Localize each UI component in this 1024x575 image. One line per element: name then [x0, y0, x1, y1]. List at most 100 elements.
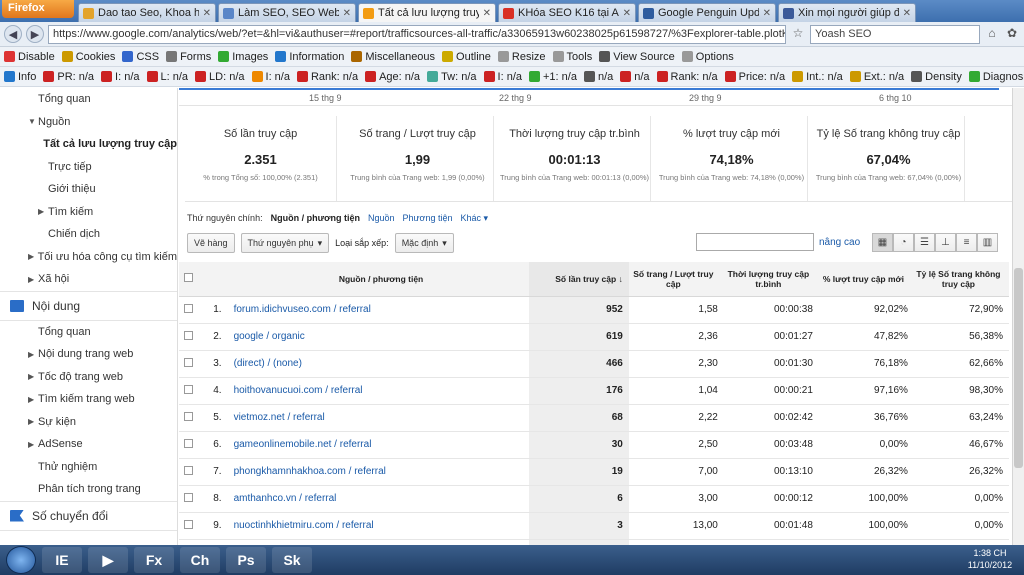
- home-icon[interactable]: ⌂: [984, 26, 1000, 42]
- vertical-scrollbar[interactable]: [1012, 88, 1024, 545]
- webdev-item[interactable]: Miscellaneous: [351, 51, 435, 63]
- sidebar-item[interactable]: ▶ Tốc độ trang web: [0, 366, 177, 389]
- webdev-item[interactable]: Options: [681, 51, 734, 63]
- header-bounce-rate[interactable]: Tỷ lệ Số trang không truy cập: [913, 262, 1009, 297]
- browser-tab[interactable]: Dao tao Seo, Khoa hoc S... ✕: [78, 3, 216, 22]
- messenger-icon[interactable]: Sk: [272, 547, 312, 573]
- sidebar-section-content[interactable]: Nội dung: [0, 290, 177, 321]
- seo-item[interactable]: Ext.: n/a: [849, 71, 904, 83]
- webdev-item[interactable]: Resize: [497, 51, 546, 63]
- source-medium-link[interactable]: forum.idichvuseo.com / referral: [227, 296, 529, 324]
- close-icon[interactable]: ✕: [203, 8, 211, 19]
- webdev-item[interactable]: Disable: [4, 51, 55, 63]
- row-checkbox[interactable]: [184, 411, 193, 421]
- search-input[interactable]: Yoash SEO: [810, 24, 980, 44]
- start-button[interactable]: [6, 546, 36, 574]
- select-all-checkbox[interactable]: [184, 273, 193, 283]
- media-player-icon[interactable]: ▶: [88, 547, 128, 573]
- comparison-view-icon[interactable]: ⊥: [935, 233, 956, 252]
- seo-item[interactable]: Int.: n/a: [792, 71, 843, 83]
- source-medium-link[interactable]: (direct) / (none): [227, 350, 529, 378]
- seo-item[interactable]: LD: n/a: [195, 71, 245, 83]
- ie-icon[interactable]: IE: [42, 547, 82, 573]
- row-checkbox[interactable]: [184, 465, 193, 475]
- table-view-icon[interactable]: ▦: [872, 233, 893, 252]
- dimension-source-link[interactable]: Nguồn: [368, 213, 395, 223]
- sidebar-item[interactable]: Phân tích trong trang: [0, 478, 177, 501]
- source-medium-link[interactable]: nuoctinhkhietmiru.com / referral: [227, 512, 529, 540]
- scorecard[interactable]: Thời lượng truy cập tr.bình 00:01:13 Trung…: [499, 116, 651, 201]
- firefox-menu-button[interactable]: Firefox: [2, 0, 74, 18]
- secondary-dimension-button[interactable]: Thứ nguyên phụ ▾: [240, 233, 330, 253]
- close-icon[interactable]: ✕: [763, 8, 771, 19]
- sidebar-item[interactable]: Tổng quan: [0, 321, 177, 344]
- seo-item[interactable]: n/a: [583, 71, 613, 83]
- source-medium-link[interactable]: gameonlinemobile.net / referral: [227, 431, 529, 459]
- seo-item[interactable]: PR: n/a: [43, 71, 94, 83]
- seo-item[interactable]: Rank: n/a: [656, 71, 718, 83]
- sidebar-item[interactable]: Tất cả lưu lượng truy cập: [0, 133, 177, 156]
- row-checkbox[interactable]: [184, 384, 193, 394]
- pivot-view-icon[interactable]: ▥: [977, 233, 998, 252]
- table-search-input[interactable]: [696, 233, 814, 251]
- webdev-item[interactable]: Outline: [442, 51, 491, 63]
- scorecard[interactable]: Số lần truy cập 2.351 % trong Tổng số: 100…: [185, 116, 337, 201]
- system-clock[interactable]: 1:38 CH 11/10/2012: [960, 547, 1020, 571]
- dimension-current[interactable]: Nguồn / phương tiện: [271, 213, 360, 223]
- seo-item[interactable]: n/a: [620, 71, 650, 83]
- seo-item[interactable]: Age: n/a: [365, 71, 420, 83]
- seo-item[interactable]: Info: [4, 71, 36, 83]
- header-new-visits[interactable]: % lượt truy cập mới: [818, 262, 914, 297]
- webdev-item[interactable]: View Source: [599, 51, 675, 63]
- webdev-item[interactable]: Tools: [552, 51, 592, 63]
- sidebar-item[interactable]: ▶ Xã hội: [0, 268, 177, 291]
- header-source-medium[interactable]: Nguồn / phương tiện: [227, 262, 529, 297]
- dimension-other-link[interactable]: Khác ▾: [460, 213, 488, 224]
- plot-rows-button[interactable]: Vẽ hàng: [187, 233, 235, 253]
- webdev-item[interactable]: Information: [275, 51, 344, 63]
- seo-item[interactable]: I: n/a: [101, 71, 140, 83]
- forward-icon[interactable]: ▶: [26, 25, 44, 43]
- scorecard[interactable]: Số trang / Lượt truy cập 1,99 Trung bình c…: [342, 116, 494, 201]
- sidebar-item[interactable]: ▶ Sự kiện: [0, 411, 177, 434]
- webdev-item[interactable]: CSS: [122, 51, 159, 63]
- star-icon[interactable]: ☆: [790, 26, 806, 42]
- webdev-item[interactable]: Images: [218, 51, 268, 63]
- sidebar-item[interactable]: Chiến dịch: [0, 223, 177, 246]
- url-input[interactable]: https://www.google.com/analytics/web/?et…: [48, 24, 786, 44]
- sidebar-item[interactable]: ▶ Tìm kiếm trang web: [0, 388, 177, 411]
- row-checkbox[interactable]: [184, 519, 193, 529]
- row-checkbox[interactable]: [184, 303, 193, 313]
- row-checkbox[interactable]: [184, 357, 193, 367]
- webdev-item[interactable]: Forms: [166, 51, 211, 63]
- sidebar-item[interactable]: ▶ Tối ưu hóa công cụ tìm kiếm: [0, 246, 177, 269]
- source-medium-link[interactable]: phongkhamnhakhoa.com / referral: [227, 458, 529, 486]
- close-icon[interactable]: ✕: [623, 8, 631, 19]
- seo-item[interactable]: I: n/a: [251, 71, 290, 83]
- browser-tab[interactable]: Tất cả lưu lượng truy cập... ✕: [358, 3, 496, 22]
- sidebar-item[interactable]: Giới thiệu: [0, 178, 177, 201]
- back-icon[interactable]: ◀: [4, 25, 22, 43]
- sidebar-item[interactable]: Thử nghiệm: [0, 456, 177, 479]
- browser-tab[interactable]: Làm SEO, SEO Web, Học ... ✕: [218, 3, 356, 22]
- seo-item[interactable]: I: n/a: [483, 71, 522, 83]
- row-checkbox[interactable]: [184, 330, 193, 340]
- header-visits[interactable]: Số lần truy cập ↓: [528, 262, 629, 297]
- source-medium-link[interactable]: hoithovanucuoi.com / referral: [227, 377, 529, 405]
- dimension-medium-link[interactable]: Phương tiện: [403, 213, 453, 223]
- seo-item[interactable]: Rank: n/a: [296, 71, 358, 83]
- seo-item[interactable]: Density: [911, 71, 962, 83]
- term-cloud-icon[interactable]: ≡: [956, 233, 977, 252]
- seo-item[interactable]: +1: n/a: [529, 71, 577, 83]
- scorecard[interactable]: Tỷ lệ Số trang không truy cập 67,04% Trung…: [813, 116, 965, 201]
- seo-item[interactable]: Tw: n/a: [427, 71, 477, 83]
- sort-type-select[interactable]: Mặc định ▾: [394, 233, 454, 253]
- firefox-icon[interactable]: Fx: [134, 547, 174, 573]
- seo-item[interactable]: L: n/a: [146, 71, 188, 83]
- sidebar-item[interactable]: Tổng quan: [0, 88, 177, 111]
- sidebar-section-conversions[interactable]: Số chuyển đổi: [0, 500, 177, 531]
- chrome-icon[interactable]: Ch: [180, 547, 220, 573]
- sidebar-item[interactable]: ▶ Nội dung trang web: [0, 343, 177, 366]
- source-medium-link[interactable]: amthanhco.vn / referral: [227, 485, 529, 513]
- sidebar-item[interactable]: ▶ Tìm kiếm: [0, 201, 177, 224]
